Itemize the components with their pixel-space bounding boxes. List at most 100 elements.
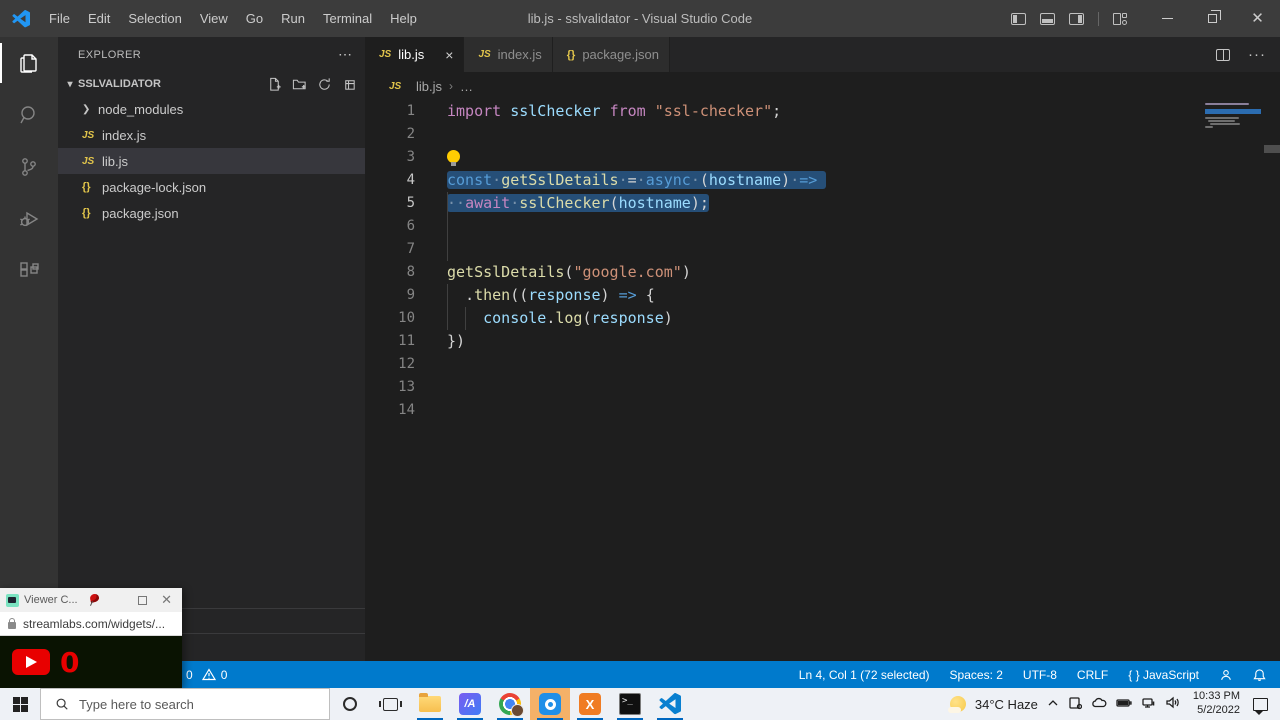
tablet-icon[interactable] (1068, 696, 1082, 713)
file-list: ❯node_modulesJSindex.jsJSlib.js{}package… (58, 96, 365, 226)
file-name: package.json (102, 206, 179, 221)
task-view-button[interactable] (370, 688, 410, 720)
menu-go[interactable]: Go (237, 11, 272, 26)
overlay-titlebar[interactable]: Viewer C... ✕ (0, 588, 182, 612)
minimap[interactable] (1205, 100, 1263, 220)
code-line-12[interactable]: 12 (365, 353, 1280, 376)
line-content: ··await·sslChecker(hostname); (415, 192, 709, 215)
sidebar-title: EXPLORER (78, 49, 141, 61)
error-count: 0 (186, 668, 193, 682)
weather-icon[interactable] (950, 696, 966, 712)
toggle-secondary-sidebar-icon[interactable] (1069, 13, 1084, 25)
code-line-11[interactable]: 11}) (365, 330, 1280, 353)
run-debug-icon[interactable] (0, 193, 58, 245)
new-folder-icon[interactable] (292, 77, 307, 92)
feedback-icon[interactable] (1219, 668, 1233, 682)
overlay-close-icon[interactable]: ✕ (161, 592, 172, 608)
tab-package.json[interactable]: {}package.json (553, 37, 670, 72)
eol-sequence[interactable]: CRLF (1077, 668, 1108, 682)
toggle-sidebar-icon[interactable] (1011, 13, 1026, 25)
tab-index.js[interactable]: JSindex.js (464, 37, 552, 72)
file-row-package-lock.json[interactable]: {}package-lock.json (58, 174, 365, 200)
show-hidden-icons-chevron[interactable] (1047, 697, 1059, 712)
lightbulb-icon[interactable] (447, 150, 460, 163)
overlay-maximize-icon[interactable] (138, 596, 147, 605)
search-icon[interactable] (0, 89, 58, 141)
taskbar-app-chrome[interactable] (490, 688, 530, 720)
tab-lib.js[interactable]: JSlib.js× (365, 37, 464, 72)
close-button[interactable]: ✕ (1235, 0, 1280, 37)
overlay-url-bar[interactable]: streamlabs.com/widgets/... (0, 612, 182, 636)
code-line-9[interactable]: 9 .then((response) => { (365, 284, 1280, 307)
customize-layout-icon[interactable] (1113, 13, 1127, 25)
titlebar: FileEditSelectionViewGoRunTerminalHelp l… (0, 0, 1280, 37)
menu-terminal[interactable]: Terminal (314, 11, 381, 26)
menu-file[interactable]: File (40, 11, 79, 26)
overlay-url[interactable]: streamlabs.com/widgets/... (23, 617, 165, 631)
indentation[interactable]: Spaces: 2 (950, 668, 1003, 682)
activity-bar (0, 37, 58, 661)
code-line-8[interactable]: 8getSslDetails("google.com") (365, 261, 1280, 284)
code-line-4[interactable]: 4const·getSslDetails·=·async·(hostname)·… (365, 169, 1280, 192)
notifications-bell-icon[interactable] (1253, 668, 1266, 682)
code-line-3[interactable]: 3 (365, 146, 1280, 169)
code-editor[interactable]: 1import sslChecker from "ssl-checker";23… (365, 100, 1280, 422)
extensions-icon[interactable] (0, 245, 58, 297)
battery-icon[interactable] (1116, 697, 1132, 712)
weather-label[interactable]: 34°C Haze (975, 697, 1038, 712)
task-view-icon (383, 698, 398, 711)
search-placeholder: Type here to search (79, 697, 194, 712)
taskbar-app-xampp[interactable]: X (570, 688, 610, 720)
code-line-10[interactable]: 10 console.log(response) (365, 307, 1280, 330)
menu-run[interactable]: Run (272, 11, 314, 26)
editor-more-actions-icon[interactable]: ··· (1248, 46, 1266, 63)
source-control-icon[interactable] (0, 141, 58, 193)
menu-view[interactable]: View (191, 11, 237, 26)
minimize-button[interactable] (1145, 0, 1190, 37)
cursor-position[interactable]: Ln 4, Col 1 (72 selected) (799, 668, 930, 682)
taskbar-app-mail-app[interactable]: /A (450, 688, 490, 720)
file-row-lib.js[interactable]: JSlib.js (58, 148, 365, 174)
network-icon[interactable] (1141, 696, 1156, 712)
file-row-node_modules[interactable]: ❯node_modules (58, 96, 365, 122)
start-button[interactable] (0, 688, 40, 720)
refresh-icon[interactable] (317, 77, 332, 92)
tab-close-icon[interactable]: × (445, 47, 453, 63)
encoding[interactable]: UTF-8 (1023, 668, 1057, 682)
code-line-6[interactable]: 6 (365, 215, 1280, 238)
explorer-more-actions-icon[interactable]: ⋯ (338, 46, 353, 63)
file-row-index.js[interactable]: JSindex.js (58, 122, 365, 148)
taskbar-search-box[interactable]: Type here to search (40, 688, 330, 720)
breadcrumb-symbol[interactable]: … (460, 79, 473, 94)
code-line-1[interactable]: 1import sslChecker from "ssl-checker"; (365, 100, 1280, 123)
menu-selection[interactable]: Selection (119, 11, 190, 26)
pin-icon[interactable] (88, 594, 100, 606)
collapse-folders-icon[interactable] (342, 77, 357, 92)
cortana-button[interactable] (330, 688, 370, 720)
taskbar-app-streamlabs[interactable] (530, 688, 570, 720)
workspace-section-header[interactable]: ▾ SSLVALIDATOR (58, 72, 365, 96)
code-line-13[interactable]: 13 (365, 376, 1280, 399)
menu-edit[interactable]: Edit (79, 11, 119, 26)
code-line-5[interactable]: 5··await·sslChecker(hostname); (365, 192, 1280, 215)
taskbar-app-terminal[interactable]: >_ (610, 688, 650, 720)
explorer-icon[interactable] (0, 37, 58, 89)
new-file-icon[interactable] (267, 77, 282, 92)
action-center-icon[interactable] (1253, 698, 1268, 711)
breadcrumb-file[interactable]: lib.js (416, 79, 442, 94)
taskbar-app-file-explorer[interactable] (410, 688, 450, 720)
code-line-7[interactable]: 7 (365, 238, 1280, 261)
code-line-14[interactable]: 14 (365, 399, 1280, 422)
breadcrumb[interactable]: JS lib.js › … (365, 72, 1280, 100)
onedrive-cloud-icon[interactable] (1091, 696, 1107, 713)
volume-icon[interactable] (1165, 696, 1180, 712)
language-mode[interactable]: { } JavaScript (1128, 668, 1199, 682)
code-line-2[interactable]: 2 (365, 123, 1280, 146)
menu-help[interactable]: Help (381, 11, 426, 26)
clock[interactable]: 10:33 PM 5/2/2022 (1189, 690, 1244, 718)
taskbar-app-vscode[interactable] (650, 688, 690, 720)
split-editor-icon[interactable] (1216, 49, 1230, 61)
file-row-package.json[interactable]: {}package.json (58, 200, 365, 226)
toggle-panel-icon[interactable] (1040, 13, 1055, 25)
restore-button[interactable] (1190, 0, 1235, 37)
